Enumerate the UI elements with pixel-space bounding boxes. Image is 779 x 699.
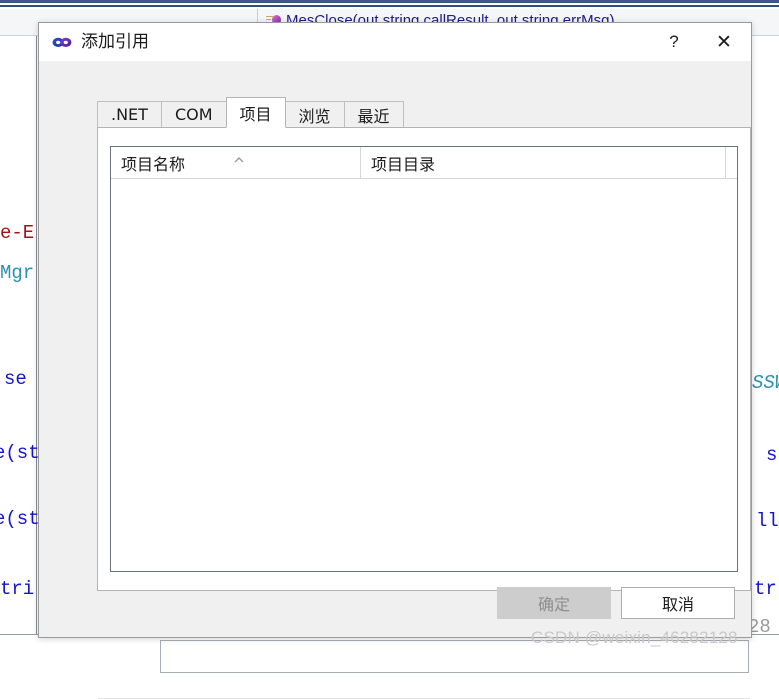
column-header-project-directory-label: 项目目录 xyxy=(371,154,436,174)
vs-bottom-panel-inner xyxy=(160,640,749,673)
close-button[interactable]: ✕ xyxy=(697,23,751,61)
column-header-project-name-label: 项目名称 xyxy=(121,154,186,174)
ok-button[interactable]: 确定 xyxy=(497,587,611,619)
tab-com[interactable]: COM xyxy=(160,101,227,127)
listview-header: 项目名称 项目目录 xyxy=(111,147,737,179)
tab-[interactable]: 项目 xyxy=(225,97,286,128)
vs-gutter-divider-left xyxy=(36,36,37,634)
code-fragment-5: tri xyxy=(0,578,35,600)
cancel-button[interactable]: 取消 xyxy=(621,587,735,619)
code-fragment-1: Mgr xyxy=(0,262,35,284)
code-fragment-2: se xyxy=(4,368,27,390)
help-button[interactable]: ? xyxy=(651,23,697,61)
code-fragment-8: ll xyxy=(756,510,779,532)
tab-net[interactable]: .NET xyxy=(97,101,162,127)
column-header-project-name[interactable]: 项目名称 xyxy=(111,147,361,178)
code-fragment-7: s xyxy=(766,444,778,466)
dialog-titlebar: 添加引用 ? ✕ xyxy=(39,23,751,61)
code-fragment-0: e-E xyxy=(0,222,35,244)
code-fragment-3: e(st xyxy=(0,442,40,464)
code-fragment-4: e(st xyxy=(0,508,40,530)
code-fragment-9: tr xyxy=(754,578,777,600)
vs-menu-strip xyxy=(0,5,779,7)
projects-listview[interactable]: 项目名称 项目目录 xyxy=(110,146,738,572)
vs-title-strip xyxy=(0,0,779,3)
column-header-filler xyxy=(726,147,737,178)
reference-infinity-icon xyxy=(51,31,73,53)
sort-ascending-icon xyxy=(233,149,245,163)
listview-rows[interactable] xyxy=(111,179,737,571)
tab-[interactable]: 浏览 xyxy=(284,101,345,127)
tab-[interactable]: 最近 xyxy=(343,101,404,127)
tab-content-panel: 项目名称 项目目录 xyxy=(97,127,751,699)
dialog-button-bar: 确定 取消 xyxy=(497,587,735,619)
code-fragment-6: SSW xyxy=(752,372,779,394)
dialog-title: 添加引用 xyxy=(81,31,149,52)
reference-tabs: .NET COM 项目 浏览 最近 xyxy=(97,97,404,128)
column-header-project-directory[interactable]: 项目目录 xyxy=(361,147,726,178)
add-reference-dialog: 添加引用 ? ✕ .NET COM 项目 浏览 最近 项目名称 项目目录 确定 … xyxy=(38,22,752,699)
